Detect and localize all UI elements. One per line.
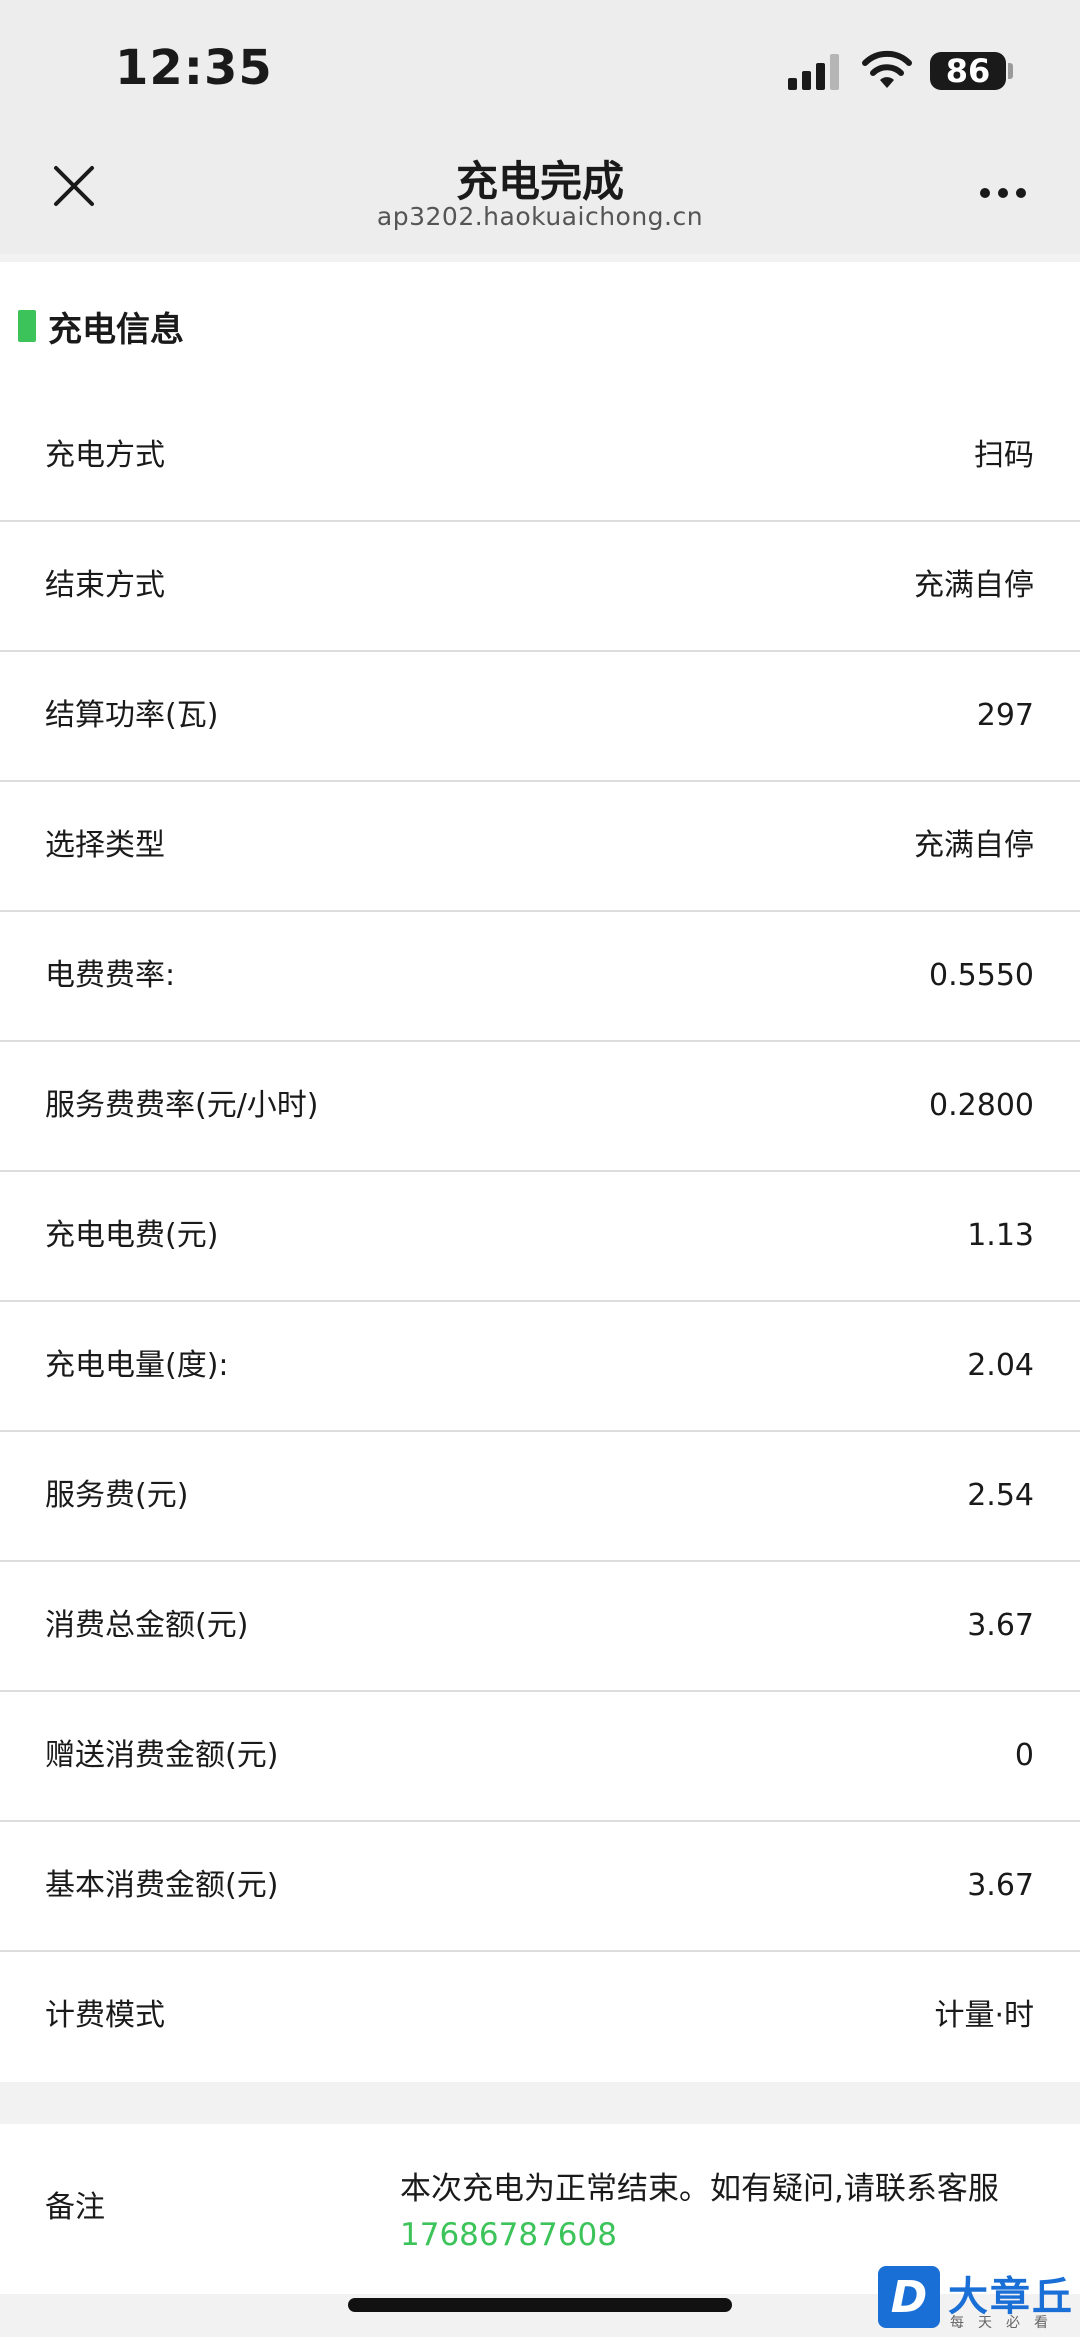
wifi-icon xyxy=(862,50,912,88)
charging-info-card: 充电信息 充电方式 扫码 结束方式 充满自停 结算功率(瓦) 297 选择类型 … xyxy=(0,262,1080,2082)
notes-message: 本次充电为正常结束。如有疑问,请联系客服 xyxy=(400,2171,999,2207)
signal-icon xyxy=(788,54,839,90)
row-label: 选择类型 xyxy=(45,828,165,863)
row-label: 充电电费(元) xyxy=(45,1218,219,1253)
row-label: 电费费率: xyxy=(45,958,176,993)
service-phone-link[interactable]: 17686787608 xyxy=(400,2217,617,2253)
row-value: 2.54 xyxy=(967,1478,1034,1513)
info-row-electricity-rate: 电费费率: 0.5550 xyxy=(0,912,1080,1042)
section-title: 充电信息 xyxy=(48,310,184,350)
row-value: 0.2800 xyxy=(929,1088,1034,1123)
row-label: 结算功率(瓦) xyxy=(45,698,219,733)
row-value: 充满自停 xyxy=(914,828,1034,863)
info-row-service-fee: 服务费(元) 2.54 xyxy=(0,1432,1080,1562)
info-row-end-method: 结束方式 充满自停 xyxy=(0,522,1080,652)
row-label: 充电方式 xyxy=(45,438,165,473)
watermark-logo-icon: D xyxy=(878,2266,940,2328)
battery-cap xyxy=(1008,63,1013,79)
info-row-energy: 充电电量(度): 2.04 xyxy=(0,1302,1080,1432)
watermark-slogan: 每天必看 xyxy=(950,2315,1062,2331)
row-value: 297 xyxy=(976,698,1034,733)
info-row-service-rate: 服务费费率(元/小时) 0.2800 xyxy=(0,1042,1080,1172)
info-row-charge-method: 充电方式 扫码 xyxy=(0,392,1080,522)
battery-icon: 86 xyxy=(930,52,1006,90)
info-row-settlement-power: 结算功率(瓦) 297 xyxy=(0,652,1080,782)
section-header: 充电信息 xyxy=(0,262,1080,392)
row-label: 消费总金额(元) xyxy=(45,1608,249,1643)
notes-label: 备注 xyxy=(45,2190,105,2225)
nav-bar: 充电完成 ap3202.haokuaichong.cn xyxy=(0,130,1080,254)
row-value: 0.5550 xyxy=(929,958,1034,993)
row-label: 服务费费率(元/小时) xyxy=(45,1088,319,1123)
row-label: 结束方式 xyxy=(45,568,165,603)
info-row-electricity-fee: 充电电费(元) 1.13 xyxy=(0,1172,1080,1302)
info-row-total-amount: 消费总金额(元) 3.67 xyxy=(0,1562,1080,1692)
more-icon[interactable] xyxy=(978,186,1028,200)
row-label: 充电电量(度): xyxy=(45,1348,229,1383)
row-value: 3.67 xyxy=(967,1608,1034,1643)
row-label: 基本消费金额(元) xyxy=(45,1868,279,1903)
info-row-base-amount: 基本消费金额(元) 3.67 xyxy=(0,1822,1080,1952)
info-row-select-type: 选择类型 充满自停 xyxy=(0,782,1080,912)
row-value: 0 xyxy=(1014,1738,1034,1773)
info-row-bonus-amount: 赠送消费金额(元) 0 xyxy=(0,1692,1080,1822)
notes-text: 本次充电为正常结束。如有疑问,请联系客服 17686787608 xyxy=(400,2166,1040,2258)
row-value: 计量·时 xyxy=(934,1998,1034,2033)
status-bar: 12:35 86 xyxy=(0,0,1080,130)
row-value: 2.04 xyxy=(967,1348,1034,1383)
row-value: 3.67 xyxy=(967,1868,1034,1903)
row-value: 充满自停 xyxy=(914,568,1034,603)
watermark: D 大章丘 每天必看 xyxy=(878,2266,1078,2334)
home-indicator[interactable] xyxy=(348,2298,732,2312)
status-time: 12:35 xyxy=(115,40,273,96)
info-row-billing-mode: 计费模式 计量·时 xyxy=(0,1952,1080,2082)
row-label: 服务费(元) xyxy=(45,1478,189,1513)
page-url: ap3202.haokuaichong.cn xyxy=(376,202,704,231)
row-label: 计费模式 xyxy=(45,1998,165,2033)
section-accent-bar xyxy=(18,310,36,342)
page-title: 充电完成 xyxy=(455,157,624,206)
row-value: 1.13 xyxy=(967,1218,1034,1253)
row-value: 扫码 xyxy=(974,438,1034,473)
row-label: 赠送消费金额(元) xyxy=(45,1738,279,1773)
